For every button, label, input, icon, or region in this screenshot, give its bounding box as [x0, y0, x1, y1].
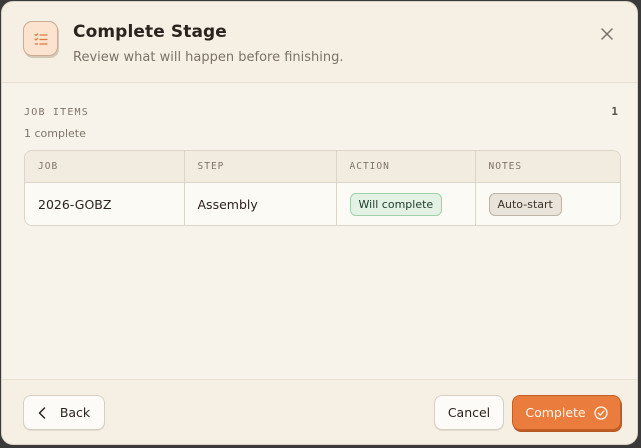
- table-header-row: JOB STEP ACTION NOTES: [25, 151, 620, 183]
- back-button[interactable]: Back: [23, 395, 105, 430]
- column-header-step: STEP: [183, 151, 336, 183]
- column-header-action: ACTION: [335, 151, 475, 183]
- dialog-header: Complete Stage Review what will happen b…: [2, 2, 637, 83]
- action-cell: Will complete: [335, 182, 475, 225]
- notes-cell: Auto-start: [474, 182, 620, 225]
- section-count: 1: [611, 105, 618, 118]
- job-items-table: JOB STEP ACTION NOTES 2026-GOBZ Assembly…: [24, 150, 621, 226]
- table-row: 2026-GOBZ Assembly Will complete Auto-st…: [25, 182, 620, 225]
- column-header-job: JOB: [25, 151, 184, 183]
- section-summary: 1 complete: [24, 127, 86, 140]
- back-button-label: Back: [59, 405, 91, 420]
- complete-button[interactable]: Complete: [512, 395, 621, 430]
- cancel-button[interactable]: Cancel: [434, 395, 504, 430]
- action-badge: Will complete: [349, 192, 443, 216]
- close-button[interactable]: [598, 25, 616, 43]
- dialog-subtitle: Review what will happen before finishing…: [73, 50, 344, 65]
- column-header-notes: NOTES: [474, 151, 620, 183]
- notes-badge: Auto-start: [488, 192, 562, 216]
- cancel-button-label: Cancel: [447, 405, 491, 420]
- section-label: JOB ITEMS: [24, 107, 89, 118]
- check-circle-icon: [593, 405, 608, 420]
- dialog-title: Complete Stage: [73, 22, 227, 42]
- complete-button-label: Complete: [525, 405, 586, 420]
- step-cell: Assembly: [183, 182, 336, 225]
- checklist-icon: [23, 21, 58, 56]
- chevron-left-icon: [38, 406, 46, 419]
- dialog-footer: Back Cancel Complete: [2, 379, 637, 444]
- complete-stage-dialog: Complete Stage Review what will happen b…: [1, 1, 638, 445]
- job-cell: 2026-GOBZ: [25, 182, 184, 225]
- close-icon: [601, 28, 613, 40]
